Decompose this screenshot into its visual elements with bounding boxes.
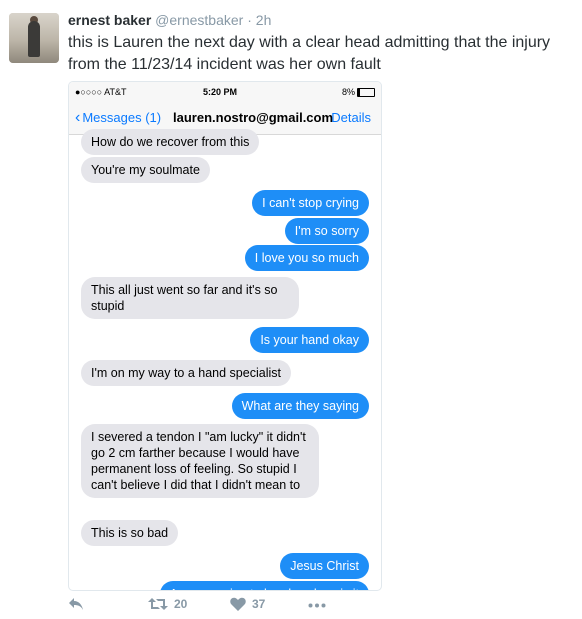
reply-button[interactable] [68, 597, 84, 611]
back-label: Messages (1) [82, 110, 162, 125]
tweet: ernest baker @ernestbaker · 2h this is L… [0, 0, 582, 619]
message-bubble: Are you going to be okay, how is it [159, 581, 369, 590]
message-bubble: I'm so sorry [284, 218, 369, 244]
tweet-text: this is Lauren the next day with a clear… [68, 34, 551, 73]
like-count: 37 [252, 597, 266, 611]
battery-icon [357, 88, 375, 98]
tweet-timestamp[interactable]: 2h [256, 12, 272, 28]
message-bubble: I severed a tendon I "am lucky" it didn'… [81, 424, 319, 498]
message-bubble: I can't stop crying [252, 190, 369, 216]
message-bubble: This is so bad [81, 520, 179, 546]
like-button[interactable]: 37 [230, 597, 265, 611]
message-bubble: This all just went so far and it's so st… [81, 277, 299, 319]
carrier-label: ●○○○○ AT&T [75, 87, 127, 97]
reply-icon [69, 598, 83, 610]
message-bubble: Is your hand okay [250, 327, 369, 353]
more-button[interactable] [308, 603, 326, 608]
battery-percent: 8% [341, 87, 355, 97]
tweet-actions: 20 37 [68, 597, 388, 617]
message-bubble: I love you so much [244, 245, 369, 271]
status-right: 8% [341, 87, 375, 98]
avatar[interactable] [9, 13, 59, 63]
user-handle[interactable]: @ernestbaker [155, 12, 243, 28]
more-icon [308, 603, 326, 608]
message-bubble: I'm on my way to a hand specialist [81, 360, 291, 386]
retweet-icon [148, 598, 168, 610]
details-button[interactable]: Details [331, 110, 371, 125]
message-bubble: You're my soulmate [81, 157, 210, 183]
status-time: 5:20 PM [203, 87, 238, 97]
message-bubble: What are they saying [231, 393, 369, 419]
message-bubble: Jesus Christ [280, 553, 369, 579]
heart-icon [230, 597, 246, 611]
message-bubble: How do we recover from this [81, 129, 260, 155]
display-name[interactable]: ernest baker [68, 12, 151, 28]
back-button[interactable]: ‹ Messages (1) [75, 109, 162, 126]
chevron-left-icon: ‹ [75, 109, 81, 126]
phone-status-bar: ●○○○○ AT&T 5:20 PM 8% [69, 82, 381, 102]
separator-dot: · [247, 12, 252, 28]
retweet-count: 20 [174, 597, 188, 611]
retweet-button[interactable]: 20 [148, 597, 187, 611]
tweet-header: ernest baker @ernestbaker · 2h [68, 12, 271, 28]
attached-screenshot[interactable]: ●○○○○ AT&T 5:20 PM 8% ‹ Messages (1) laur… [68, 81, 382, 591]
conversation-contact: lauren.nostro@gmail.com [173, 110, 334, 125]
